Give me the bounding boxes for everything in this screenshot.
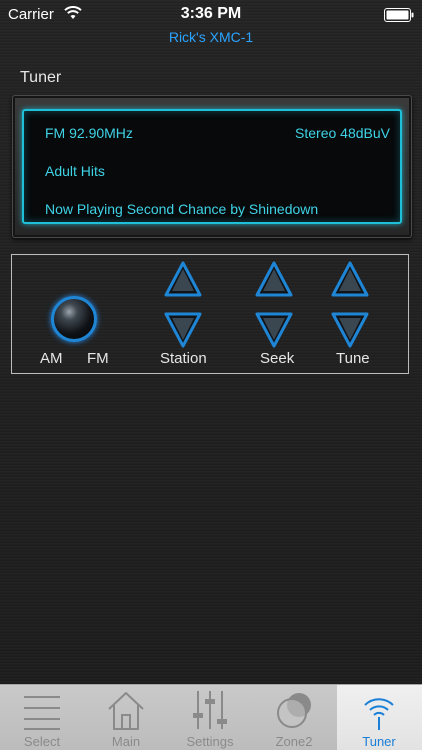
arrow-up-icon	[331, 261, 369, 297]
tab-select[interactable]: Select	[0, 685, 84, 750]
station-up-button[interactable]	[163, 260, 203, 300]
tuner-controls: AM FM Station Seek Tune	[11, 254, 409, 374]
arrow-down-icon	[331, 312, 369, 348]
seek-label: Seek	[260, 350, 295, 367]
genre-readout: Adult Hits	[45, 163, 105, 179]
section-title: Tuner	[20, 69, 62, 86]
seek-up-button[interactable]	[254, 260, 294, 300]
now-playing-readout: Now Playing Second Chance by Shinedown	[45, 201, 319, 217]
sliders-icon	[193, 691, 227, 729]
tab-label: Main	[111, 734, 141, 749]
status-time: 3:36 PM	[180, 5, 242, 22]
tune-up-button[interactable]	[330, 260, 370, 300]
device-name: Rick's XMC-1	[168, 29, 254, 45]
home-icon	[108, 692, 144, 730]
band-selector-knob[interactable]	[51, 296, 97, 342]
arrow-up-icon	[164, 261, 202, 297]
tab-label: Zone2	[275, 734, 313, 749]
arrow-down-icon	[255, 312, 293, 348]
tab-label: Settings	[186, 734, 234, 749]
tab-tuner[interactable]: Tuner	[337, 685, 422, 750]
tab-label: Tuner	[362, 734, 396, 749]
am-label: AM	[40, 350, 63, 367]
stereo-readout: Stereo 48dBuV	[295, 125, 390, 141]
tab-zone2[interactable]: Zone2	[252, 685, 336, 750]
tab-bar: Select Main Settings Zone2 Tuner	[0, 684, 422, 750]
seek-down-button[interactable]	[254, 309, 294, 349]
tuner-display-frame: FM 92.90MHz Stereo 48dBuV Adult Hits Now…	[12, 95, 412, 238]
status-bar: Carrier 3:36 PM	[0, 0, 422, 30]
station-down-button[interactable]	[163, 309, 203, 349]
tab-main[interactable]: Main	[84, 685, 168, 750]
list-icon	[24, 696, 60, 730]
battery-icon	[384, 8, 414, 22]
fm-label: FM	[87, 350, 109, 367]
antenna-icon	[364, 698, 394, 730]
arrow-up-icon	[255, 261, 293, 297]
station-label: Station	[160, 350, 207, 367]
zone-icon	[277, 693, 311, 728]
tab-label: Select	[23, 734, 61, 749]
frequency-readout: FM 92.90MHz	[45, 125, 133, 141]
tab-settings[interactable]: Settings	[168, 685, 252, 750]
tuner-display: FM 92.90MHz Stereo 48dBuV Adult Hits Now…	[22, 109, 402, 224]
tune-label: Tune	[336, 350, 370, 367]
arrow-down-icon	[164, 312, 202, 348]
tune-down-button[interactable]	[330, 309, 370, 349]
